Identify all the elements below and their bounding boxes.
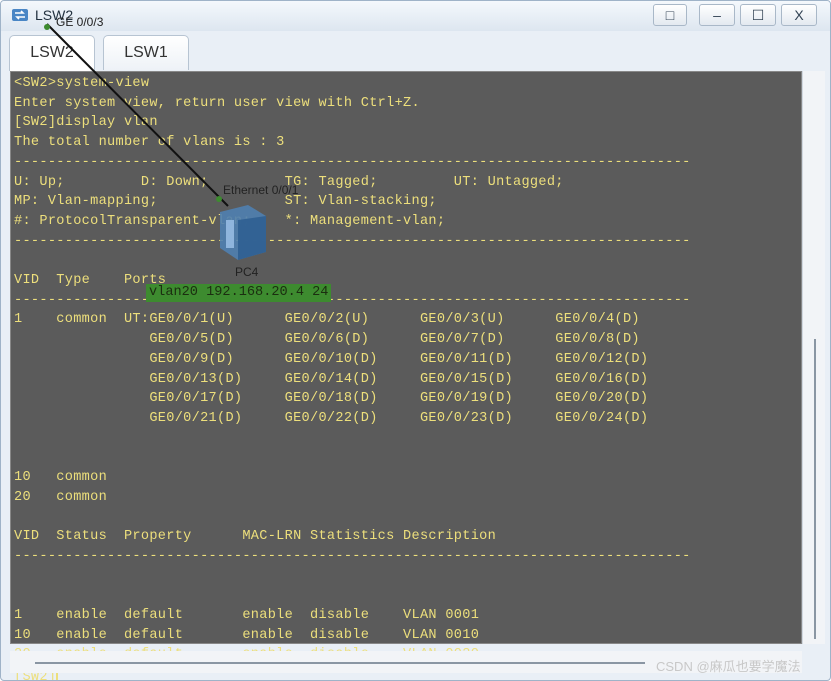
terminal-line: #: ProtocolTransparent-vlan; *: Manageme… (14, 213, 446, 229)
terminal-line: ----------------------------------------… (14, 233, 691, 249)
restore-view-icon: □ (665, 7, 675, 23)
terminal-line: The total number of vlans is : 3 (14, 135, 285, 151)
watermark: CSDN @麻瓜也要学魔法 (656, 659, 801, 674)
terminal-line: GE0/0/21(D) GE0/0/22(D) GE0/0/23(D) GE0/… (14, 410, 649, 426)
terminal-line: VID Type Ports (14, 273, 167, 288)
terminal-line: [SW2]display vlan (14, 115, 158, 131)
terminal-line: ----------------------------------------… (14, 292, 691, 308)
window-title: LSW2 (35, 7, 74, 23)
terminal-line: 1 common UT:GE0/0/1(U) GE0/0/2(U) GE0/0/… (14, 312, 640, 328)
minimize-button[interactable]: – (699, 4, 735, 26)
switch-app-icon (12, 9, 28, 21)
terminal-line: 10 common (14, 470, 108, 485)
close-icon: X (794, 7, 804, 23)
terminal-line: GE0/0/5(D) GE0/0/6(D) GE0/0/7(D) GE0/0/8… (14, 332, 640, 348)
restore-view-button[interactable]: □ (653, 4, 687, 26)
terminal-line: Enter system view, return user view with… (14, 95, 420, 111)
terminal-console[interactable]: <SW2>system-view Enter system view, retur… (10, 71, 802, 680)
terminal-line: U: Up; D: Down; TG: Tagged; UT: Untagged… (14, 174, 564, 190)
terminal-line: 20 common (14, 489, 108, 505)
minimize-icon: – (713, 7, 721, 23)
title-bar[interactable]: LSW2 □ – ☐ X (1, 1, 830, 31)
terminal-line: GE0/0/13(D) GE0/0/14(D) GE0/0/15(D) GE0/… (14, 371, 649, 387)
terminal-window: LSW2 □ – ☐ X LSW2 LSW1 <SW2>system-view E… (0, 0, 831, 681)
terminal-line: VID Status Property MAC-LRN Statistics D… (14, 529, 497, 545)
terminal-line: MP: Vlan-mapping; ST: Vlan-stacking; (14, 194, 437, 210)
terminal-line: 1 enable default enable disable VLAN 000… (14, 607, 480, 623)
horizontal-scroll-thumb[interactable] (35, 662, 645, 664)
tab-lsw1[interactable]: LSW1 (103, 35, 189, 70)
terminal-line: ----------------------------------------… (14, 154, 691, 170)
terminal-line: GE0/0/9(D) GE0/0/10(D) GE0/0/11(D) GE0/0… (14, 351, 649, 367)
terminal-line: GE0/0/17(D) GE0/0/18(D) GE0/0/19(D) GE0/… (14, 391, 649, 407)
close-button[interactable]: X (781, 4, 817, 26)
maximize-button[interactable]: ☐ (740, 4, 776, 26)
tab-lsw2[interactable]: LSW2 (9, 35, 95, 71)
terminal-line: 10 enable default enable disable VLAN 00… (14, 627, 480, 643)
vertical-scroll-thumb[interactable] (814, 339, 816, 639)
tab-bar: LSW2 LSW1 (9, 35, 824, 71)
maximize-icon: ☐ (751, 7, 765, 23)
terminal-line: <SW2>system-view (14, 76, 150, 91)
terminal-line: ----------------------------------------… (14, 548, 691, 564)
